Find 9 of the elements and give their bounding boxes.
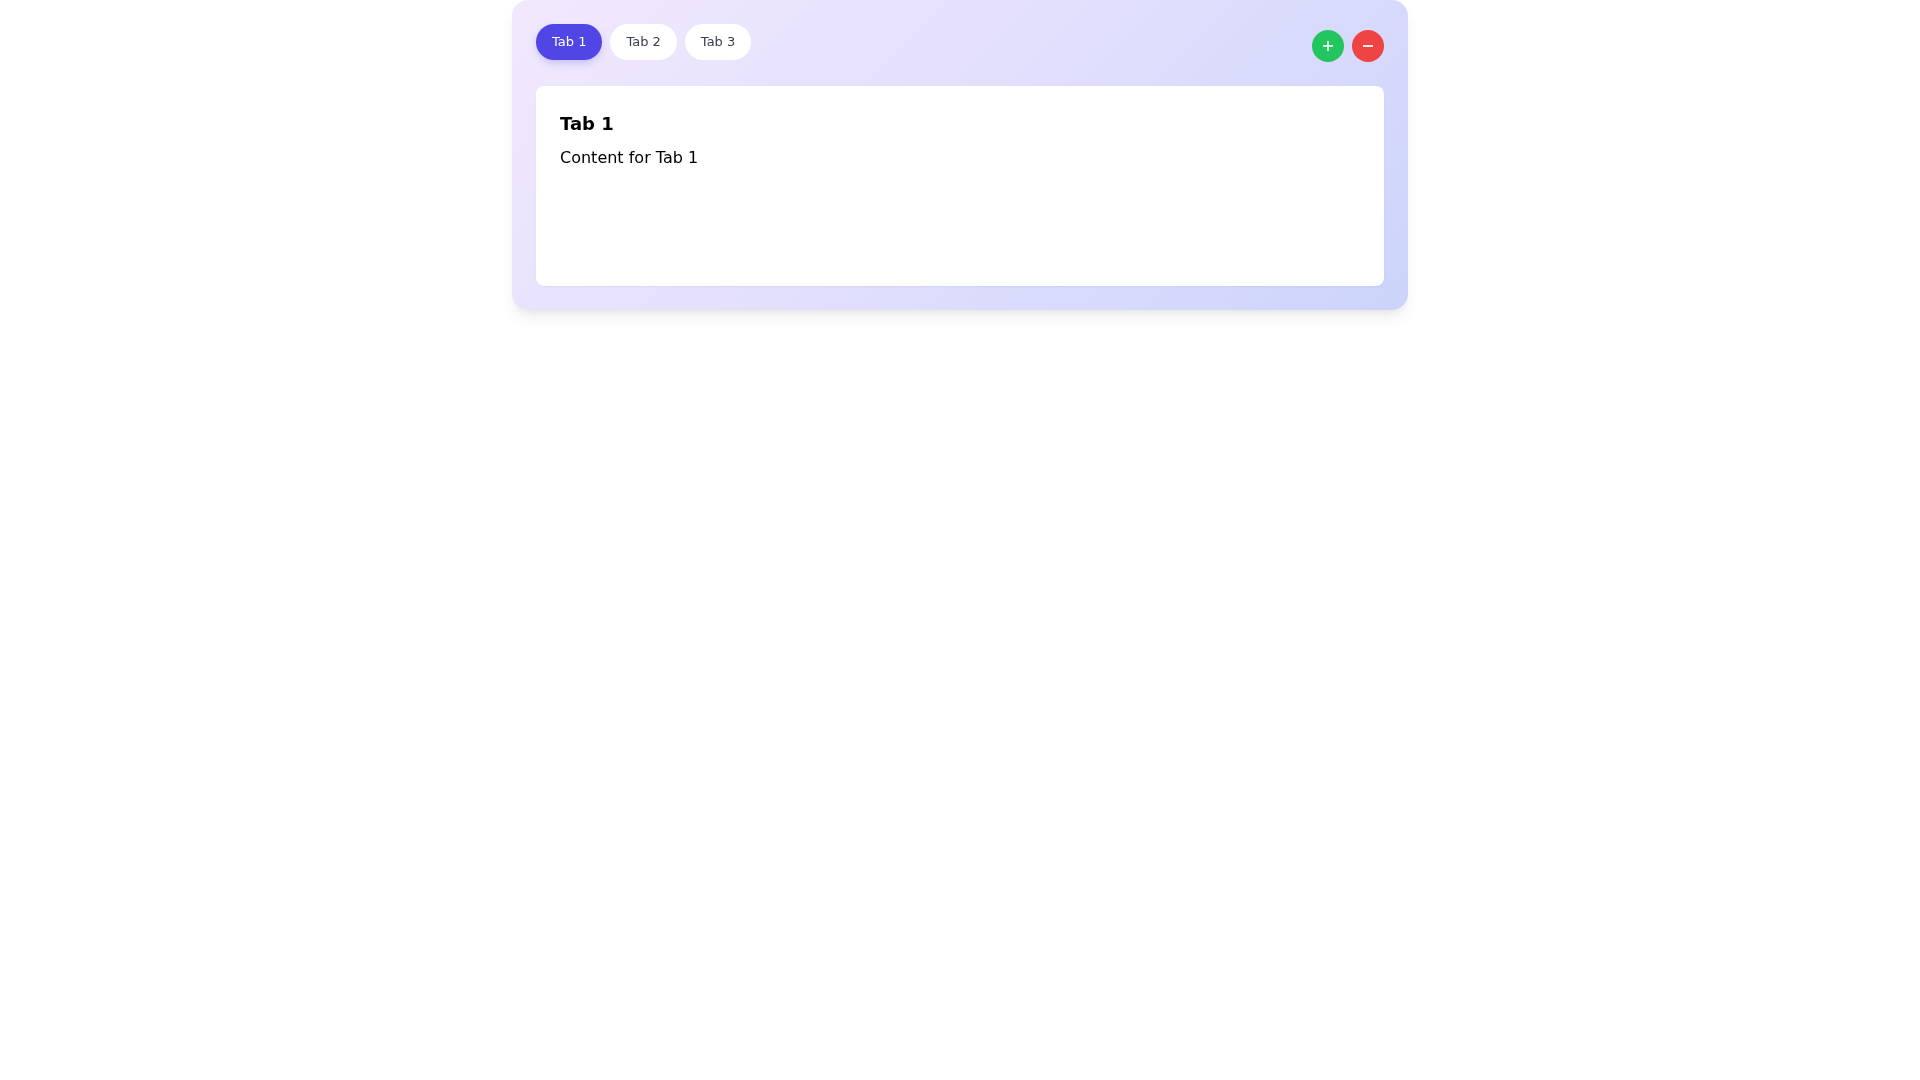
- minus-icon: [1363, 45, 1373, 47]
- add-button[interactable]: [1312, 30, 1344, 62]
- tab[interactable]: Tab 2: [610, 24, 677, 60]
- panel-text: Content for Tab 1: [560, 147, 700, 169]
- tab[interactable]: Tab 3: [684, 24, 752, 60]
- tab[interactable]: Tab 1: [536, 24, 603, 60]
- remove-button[interactable]: [1352, 30, 1384, 62]
- panel-title: Tab 1: [560, 112, 615, 136]
- plus-icon: [1323, 41, 1333, 51]
